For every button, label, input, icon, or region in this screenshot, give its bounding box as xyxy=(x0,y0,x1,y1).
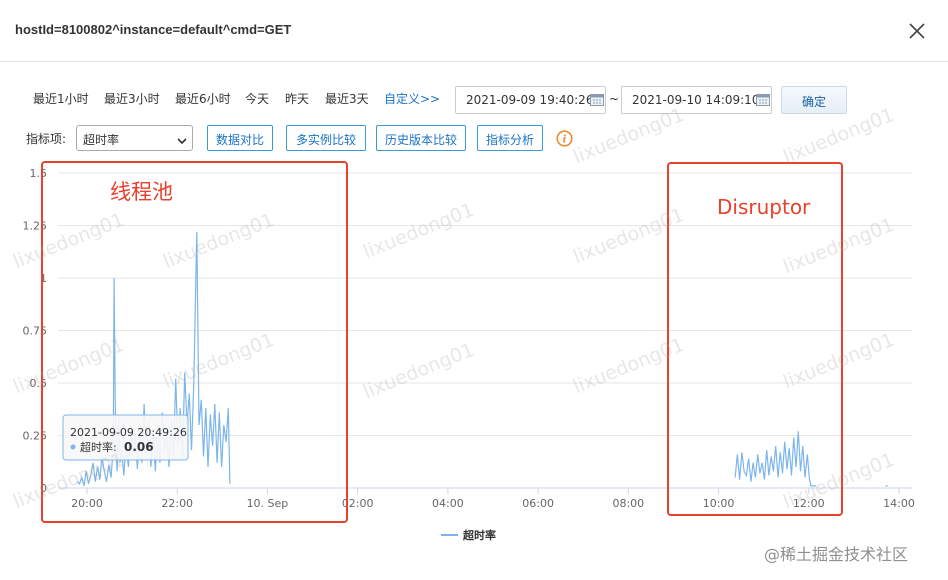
range-last-3d[interactable]: 最近3天 xyxy=(325,90,369,107)
x-tick-label: 08:00 xyxy=(612,497,644,510)
chart-dialog: hostId=8100802^instance=default^cmd=GET … xyxy=(0,0,948,580)
x-tick-label: 12:00 xyxy=(793,497,825,510)
data-compare-button[interactable]: 数据对比 xyxy=(207,125,273,151)
series-line xyxy=(734,431,817,487)
range-today[interactable]: 今天 xyxy=(245,90,269,107)
y-tick-label: 1.5 xyxy=(30,167,48,180)
range-last-1h[interactable]: 最近1小时 xyxy=(33,90,89,107)
range-last-3h[interactable]: 最近3小时 xyxy=(104,90,160,107)
x-tick-label: 06:00 xyxy=(522,497,554,510)
metric-analysis-button[interactable]: 指标分析 xyxy=(477,125,543,151)
annotation-label: Disruptor xyxy=(717,195,811,219)
close-icon[interactable] xyxy=(906,20,928,42)
tooltip-marker xyxy=(70,444,76,450)
calendar-icon[interactable] xyxy=(756,93,770,106)
x-tick-label: 22:00 xyxy=(161,497,193,510)
legend-label: 超时率 xyxy=(462,528,496,542)
copyright-text: @稀土掘金技术社区 xyxy=(764,545,909,564)
x-tick-label: 20:00 xyxy=(71,497,103,510)
metric-label: 指标项: xyxy=(26,132,67,146)
history-version-compare-button[interactable]: 历史版本比较 xyxy=(376,125,466,151)
end-time-input[interactable]: 2021-09-10 14:09:10 xyxy=(621,86,772,114)
start-time-value: 2021-09-09 19:40:26 xyxy=(466,93,594,107)
tooltip-value: 0.06 xyxy=(124,440,154,454)
y-tick-label: 0.25 xyxy=(23,430,48,443)
x-tick-label: 14:00 xyxy=(883,497,915,510)
multi-instance-compare-button[interactable]: 多实例比较 xyxy=(286,125,366,151)
y-tick-label: 1.25 xyxy=(23,220,48,233)
annotation-label: 线程池 xyxy=(110,180,173,204)
x-tick-label: 04:00 xyxy=(432,497,464,510)
svg-text:i: i xyxy=(563,135,567,146)
dialog-header: hostId=8100802^instance=default^cmd=GET xyxy=(0,0,948,62)
timeout-rate-chart: 00.250.50.7511.251.5 20:00 22:00 10. Sep 02… xyxy=(23,161,915,542)
end-time-value: 2021-09-10 14:09:10 xyxy=(632,93,760,107)
calendar-icon[interactable] xyxy=(590,93,604,106)
range-separator: ~ xyxy=(609,92,620,106)
tooltip-time: 2021-09-09 20:49:26 xyxy=(70,426,187,439)
chevron-down-icon xyxy=(177,134,187,148)
x-tick-label: 10. Sep xyxy=(247,497,289,510)
info-icon[interactable]: i xyxy=(556,130,573,147)
y-tick-label: 0.75 xyxy=(23,325,48,338)
metric-select-value: 超时率 xyxy=(83,133,120,147)
range-yesterday[interactable]: 昨天 xyxy=(285,90,309,107)
y-tick-label: 0.5 xyxy=(30,377,48,390)
range-custom-link[interactable]: 自定义>> xyxy=(384,90,440,107)
start-time-input[interactable]: 2021-09-09 19:40:26 xyxy=(455,86,606,114)
tooltip-series-label: 超时率: xyxy=(80,440,117,454)
metric-select[interactable]: 超时率 xyxy=(76,125,193,151)
range-last-6h[interactable]: 最近6小时 xyxy=(175,90,231,107)
confirm-button[interactable]: 确定 xyxy=(781,86,847,114)
x-tick-label: 10:00 xyxy=(703,497,735,510)
dialog-title: hostId=8100802^instance=default^cmd=GET xyxy=(15,22,292,37)
